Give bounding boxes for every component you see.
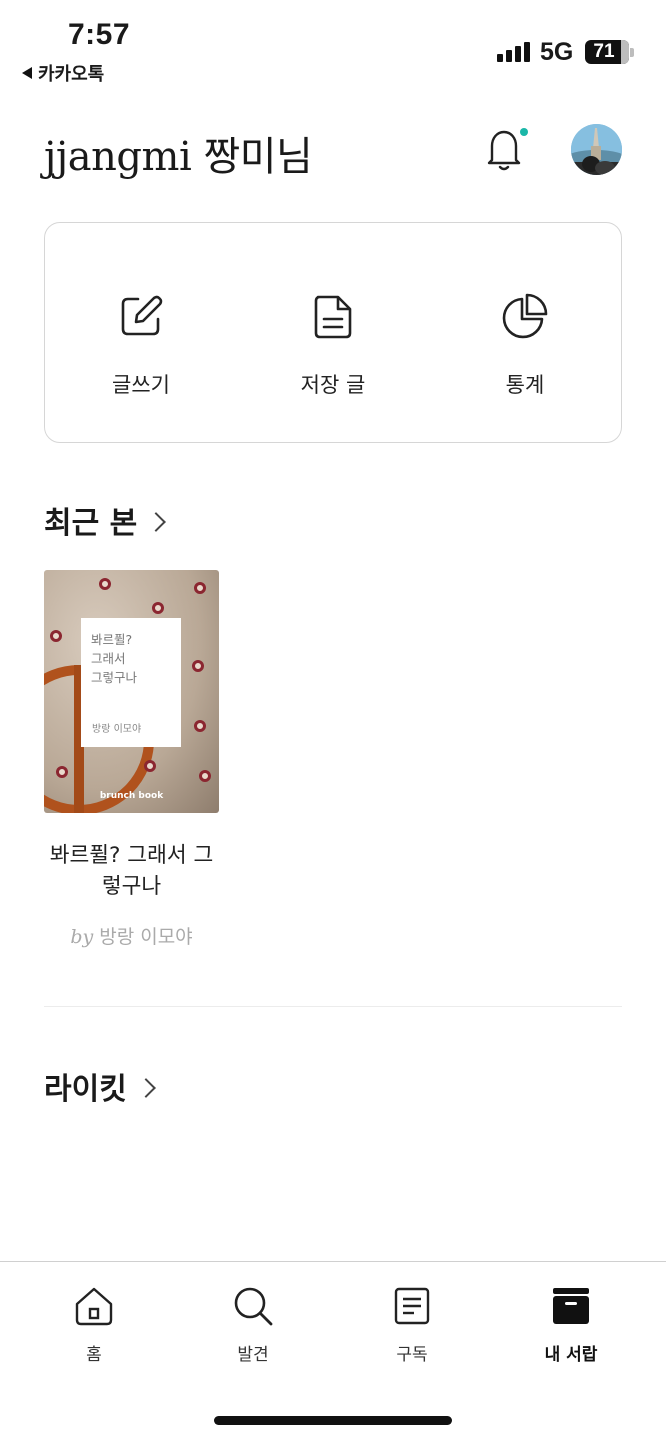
tab-discover-label: 발견 xyxy=(237,1345,269,1365)
tab-home-label: 홈 xyxy=(86,1345,102,1365)
document-list-icon xyxy=(394,1287,430,1325)
tab-discover[interactable]: 발견 xyxy=(203,1284,303,1365)
chevron-right-icon xyxy=(146,512,167,532)
tab-my-drawer-label: 내 서랍 xyxy=(544,1345,598,1365)
by-label: by xyxy=(70,926,94,948)
bottom-tab-bar: 홈 발견 구독 내 서랍 xyxy=(0,1261,666,1440)
stats-label: 통계 xyxy=(505,373,545,397)
tab-subscribe[interactable]: 구독 xyxy=(362,1284,462,1365)
write-label: 글쓰기 xyxy=(112,373,170,397)
signal-icon xyxy=(497,42,530,62)
likeit-heading: 라이킷 xyxy=(44,1072,127,1107)
battery-tip xyxy=(630,48,634,57)
recent-heading: 최근 본 xyxy=(44,506,138,541)
pencil-square-icon xyxy=(121,295,163,336)
bell-icon xyxy=(487,128,528,171)
notification-button[interactable] xyxy=(482,124,528,174)
avatar[interactable] xyxy=(571,124,622,175)
avatar-photo xyxy=(571,124,622,175)
stats-button[interactable]: 통계 xyxy=(429,223,621,442)
cover-art-dot xyxy=(50,630,62,642)
drawer-icon xyxy=(553,1288,589,1324)
book-title[interactable]: 봐르퓔? 그래서 그렇구나 xyxy=(44,840,219,902)
cover-art-dot xyxy=(56,766,68,778)
cover-art-dot xyxy=(99,578,111,590)
status-time: 7:57 xyxy=(68,18,131,51)
tab-home[interactable]: 홈 xyxy=(44,1284,144,1365)
document-icon xyxy=(314,295,352,339)
cover-art-dot xyxy=(199,770,211,782)
greeting-title: jjangmi 짱미님 xyxy=(44,134,313,180)
battery-icon: 71 xyxy=(585,40,629,64)
cover-author: 방랑 이모야 xyxy=(92,724,142,735)
home-icon xyxy=(75,1287,113,1326)
back-to-app-link[interactable]: 카카오톡 xyxy=(22,60,104,86)
book-author-name: 방랑 이모야 xyxy=(99,926,193,948)
chevron-right-icon xyxy=(135,1078,156,1098)
network-type: 5G xyxy=(540,38,574,66)
quick-actions-card: 글쓰기 저장 글 통계 xyxy=(44,222,622,443)
tab-subscribe-label: 구독 xyxy=(396,1345,428,1365)
section-divider xyxy=(44,1006,622,1007)
home-indicator[interactable] xyxy=(214,1416,452,1425)
saved-posts-button[interactable]: 저장 글 xyxy=(237,223,429,442)
cover-art-dot xyxy=(144,760,156,772)
cover-art-dot xyxy=(152,602,164,614)
cover-title: 봐르퓔? 그래서 그렇구나 xyxy=(91,632,138,685)
write-button[interactable]: 글쓰기 xyxy=(45,223,237,442)
pie-chart-icon xyxy=(502,293,548,339)
saved-posts-label: 저장 글 xyxy=(300,373,366,397)
back-app-label: 카카오톡 xyxy=(38,64,105,85)
cover-art-dot xyxy=(192,660,204,672)
cover-panel: 봐르퓔? 그래서 그렇구나 방랑 이모야 xyxy=(81,618,181,747)
cover-brand: brunch book xyxy=(99,791,164,801)
book-author: by 방랑 이모야 xyxy=(44,922,219,949)
battery-percent: 71 xyxy=(593,41,615,62)
recent-section-link[interactable]: 최근 본 xyxy=(44,498,167,542)
cover-art-dot xyxy=(194,720,206,732)
likeit-section-link[interactable]: 라이킷 xyxy=(44,1064,156,1108)
cover-art-dot xyxy=(194,582,206,594)
book-cover[interactable]: 봐르퓔? 그래서 그렇구나 방랑 이모야 brunch book xyxy=(44,570,219,813)
tab-my-drawer[interactable]: 내 서랍 xyxy=(521,1284,621,1365)
search-icon xyxy=(234,1287,273,1326)
back-triangle-icon xyxy=(22,67,32,79)
